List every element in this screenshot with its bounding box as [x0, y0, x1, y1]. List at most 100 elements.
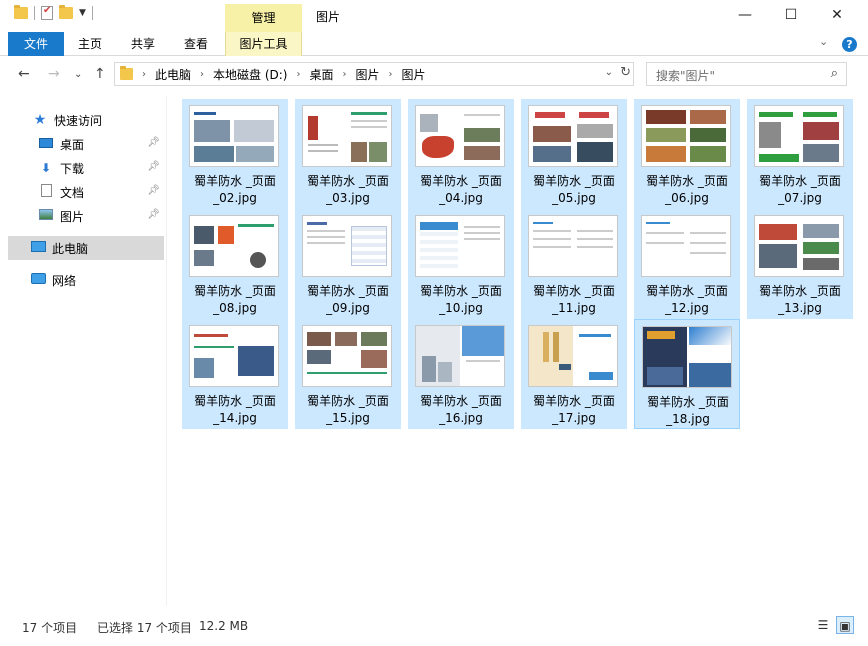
file-item[interactable]: 蜀羊防水 _页面 _12.jpg: [634, 209, 740, 319]
file-item[interactable]: 蜀羊防水 _页面 _13.jpg: [747, 209, 853, 319]
nav-label: 网络: [52, 273, 77, 288]
chevron-right-icon[interactable]: ›: [142, 69, 146, 80]
address-bar[interactable]: › 此电脑 › 本地磁盘 (D:) › 桌面 › 图片 › 图片 ⌄ ↻: [114, 62, 634, 86]
image-thumbnail: [754, 105, 844, 167]
tab-picture-tools[interactable]: 图片工具: [225, 32, 302, 56]
file-name: 蜀羊防水 _页面 _04.jpg: [420, 174, 502, 205]
file-item[interactable]: 蜀羊防水 _页面 _03.jpg: [295, 99, 401, 209]
chevron-down-icon[interactable]: ⌄: [605, 67, 613, 78]
file-item[interactable]: 蜀羊防水 _页面 _16.jpg: [408, 319, 514, 429]
file-item[interactable]: 蜀羊防水 _页面 _17.jpg: [521, 319, 627, 429]
pin-icon[interactable]: 📌︎: [147, 185, 160, 196]
breadcrumb-pictures[interactable]: 图片: [356, 66, 380, 83]
expand-ribbon-icon[interactable]: ⌄: [819, 35, 828, 48]
file-name: 蜀羊防水 _页面 _17.jpg: [533, 394, 615, 425]
nav-item-pictures[interactable]: 图片 📌︎: [38, 204, 164, 228]
network-icon: [30, 273, 46, 287]
refresh-icon[interactable]: ↻: [620, 65, 631, 80]
file-item[interactable]: 蜀羊防水 _页面 _15.jpg: [295, 319, 401, 429]
image-thumbnail: [528, 325, 618, 387]
breadcrumb-pictures-current[interactable]: 图片: [402, 66, 426, 83]
image-thumbnail: [302, 105, 392, 167]
file-grid: 蜀羊防水 _页面 _02.jpg 蜀羊防水 _页面 _03.jpg 蜀羊防水 _页面…: [168, 96, 868, 606]
properties-icon[interactable]: [41, 5, 53, 20]
download-icon: ⬇: [40, 161, 52, 175]
forward-arrow-icon[interactable]: →: [48, 66, 60, 82]
nav-item-desktop[interactable]: 桌面 📌︎: [38, 132, 164, 156]
close-button[interactable]: ✕: [814, 0, 860, 32]
image-thumbnail: [302, 215, 392, 277]
maximize-button[interactable]: ☐: [768, 0, 814, 32]
file-name: 蜀羊防水 _页面 _06.jpg: [646, 174, 728, 205]
breadcrumb-drive-d[interactable]: 本地磁盘 (D:): [213, 66, 287, 83]
file-item[interactable]: 蜀羊防水 _页面 _10.jpg: [408, 209, 514, 319]
navigation-pane: ★ 快速访问 桌面 📌︎ ⬇ 下载 📌︎ 文档 📌︎ 图片 📌︎ 此电脑 网络: [0, 96, 166, 606]
nav-item-network[interactable]: 网络: [8, 268, 164, 292]
file-item[interactable]: 蜀羊防水 _页面 _04.jpg: [408, 99, 514, 209]
file-name: 蜀羊防水 _页面 _14.jpg: [194, 394, 276, 425]
nav-item-this-pc[interactable]: 此电脑: [8, 236, 164, 260]
file-name: 蜀羊防水 _页面 _18.jpg: [647, 395, 729, 426]
image-thumbnail: [302, 325, 392, 387]
window-title: 图片: [316, 10, 341, 24]
image-thumbnail: [189, 105, 279, 167]
pin-icon[interactable]: 📌︎: [147, 161, 160, 172]
file-name: 蜀羊防水 _页面 _07.jpg: [759, 174, 841, 205]
pin-icon[interactable]: 📌︎: [147, 209, 160, 220]
file-item[interactable]: 蜀羊防水 _页面 _02.jpg: [182, 99, 288, 209]
folder-icon[interactable]: [14, 5, 28, 19]
tab-manage[interactable]: 管理: [225, 4, 302, 32]
navigation-bar: ← → ⌄ ↑ › 此电脑 › 本地磁盘 (D:) › 桌面 › 图片 › 图片…: [0, 58, 868, 92]
nav-item-quick-access[interactable]: ★ 快速访问: [32, 108, 164, 132]
nav-label: 此电脑: [52, 241, 89, 256]
search-input[interactable]: 搜索"图片" ⌕: [646, 62, 847, 86]
recent-locations-icon[interactable]: ⌄: [74, 69, 82, 80]
minimize-button[interactable]: —: [722, 0, 768, 32]
up-arrow-icon[interactable]: ↑: [94, 66, 106, 82]
file-item[interactable]: 蜀羊防水 _页面 _05.jpg: [521, 99, 627, 209]
desktop-icon: [38, 137, 54, 151]
pin-icon[interactable]: 📌︎: [147, 137, 160, 148]
image-thumbnail: [415, 215, 505, 277]
document-icon: [38, 184, 54, 200]
file-name: 蜀羊防水 _页面 _09.jpg: [307, 284, 389, 315]
file-name: 蜀羊防水 _页面 _15.jpg: [307, 394, 389, 425]
file-name: 蜀羊防水 _页面 _03.jpg: [307, 174, 389, 205]
chevron-right-icon[interactable]: ›: [296, 69, 300, 80]
large-icons-view-icon[interactable]: ▣: [836, 616, 854, 634]
new-folder-icon[interactable]: [59, 5, 73, 19]
nav-label: 桌面: [60, 137, 85, 152]
back-arrow-icon[interactable]: ←: [18, 66, 30, 82]
tab-share[interactable]: 共享: [124, 32, 162, 56]
tab-view[interactable]: 查看: [177, 32, 215, 56]
pane-divider[interactable]: [166, 96, 167, 606]
image-thumbnail: [189, 215, 279, 277]
chevron-right-icon[interactable]: ›: [200, 69, 204, 80]
status-bar: 17 个项目 已选择 17 个项目 12.2 MB ☰ ▣: [0, 614, 868, 638]
file-item[interactable]: 蜀羊防水 _页面 _09.jpg: [295, 209, 401, 319]
nav-item-downloads[interactable]: ⬇ 下载 📌︎: [38, 156, 164, 180]
file-item[interactable]: 蜀羊防水 _页面 _14.jpg: [182, 319, 288, 429]
chevron-right-icon[interactable]: ›: [343, 69, 347, 80]
file-item[interactable]: 蜀羊防水 _页面 _18.jpg: [634, 319, 740, 429]
search-icon[interactable]: ⌕: [831, 66, 838, 81]
tab-file[interactable]: 文件: [8, 32, 64, 56]
details-view-icon[interactable]: ☰: [814, 616, 832, 634]
file-item[interactable]: 蜀羊防水 _页面 _11.jpg: [521, 209, 627, 319]
nav-item-documents[interactable]: 文档 📌︎: [38, 180, 164, 204]
image-thumbnail: [415, 325, 505, 387]
tab-home[interactable]: 主页: [72, 32, 108, 56]
help-icon[interactable]: ?: [842, 37, 857, 52]
image-thumbnail: [641, 105, 731, 167]
customize-toolbar-icon[interactable]: ▼: [79, 8, 86, 18]
image-thumbnail: [415, 105, 505, 167]
star-icon: ★: [33, 112, 47, 128]
breadcrumb-this-pc[interactable]: 此电脑: [155, 66, 191, 83]
file-item[interactable]: 蜀羊防水 _页面 _08.jpg: [182, 209, 288, 319]
chevron-right-icon[interactable]: ›: [389, 69, 393, 80]
file-item[interactable]: 蜀羊防水 _页面 _06.jpg: [634, 99, 740, 209]
folder-icon: [120, 66, 133, 80]
file-item[interactable]: 蜀羊防水 _页面 _07.jpg: [747, 99, 853, 209]
picture-icon: [38, 209, 54, 223]
breadcrumb-desktop[interactable]: 桌面: [309, 66, 333, 83]
